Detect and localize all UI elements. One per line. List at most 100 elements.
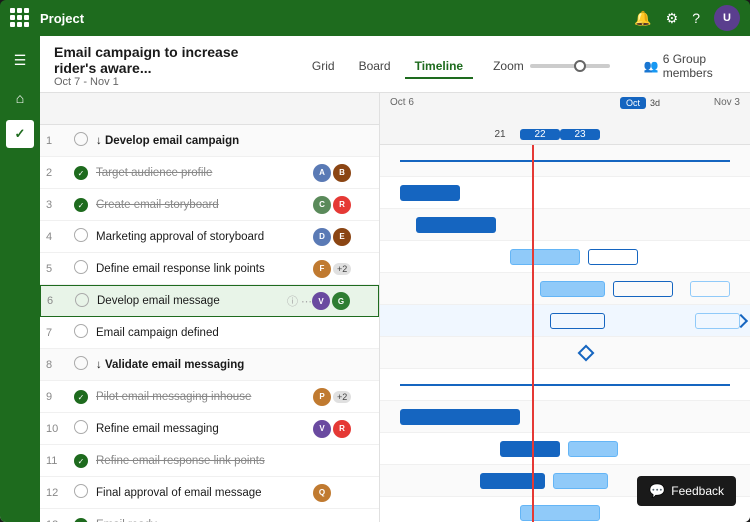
row-number: 2 [46, 167, 74, 179]
gantt-row [380, 369, 750, 401]
avatar: E [333, 228, 351, 246]
task-name: Define email response link points [96, 263, 313, 275]
days-badge: 3d [650, 98, 660, 108]
gantt-chart: Oct 6 Nov 3 Oct 3d 21 22 23 [380, 93, 750, 522]
row-checkbox[interactable] [74, 324, 96, 341]
home-icon[interactable]: ⌂ [4, 82, 36, 114]
table-row[interactable]: 5 Define email response link points F +2 [40, 253, 379, 285]
zoom-label: Zoom [493, 59, 524, 73]
task-name: Develop email message [97, 295, 284, 307]
table-gantt-area: 1 ↓ Develop email campaign 2 ✓ Target au… [40, 93, 750, 522]
main-area: ☰ ⌂ ✓ Email campaign to increase rider's… [0, 36, 750, 522]
tab-board[interactable]: Board [349, 55, 401, 79]
row-checkbox[interactable] [74, 260, 96, 277]
gantt-row [380, 273, 750, 305]
avatar: V [313, 420, 331, 438]
user-avatar[interactable]: U [714, 5, 740, 31]
gantt-bar [400, 409, 520, 425]
row-checkbox[interactable] [74, 132, 96, 149]
task-name: Final approval of email message [96, 487, 313, 499]
table-row[interactable]: 11 ✓ Refine email response link points [40, 445, 379, 477]
tab-timeline[interactable]: Timeline [405, 55, 473, 79]
table-row[interactable]: 7 Email campaign defined [40, 317, 379, 349]
gantt-body [380, 145, 750, 522]
content-area: Email campaign to increase rider's aware… [40, 36, 750, 522]
table-row[interactable]: 6 Develop email message ⓘ ⋯ V G [40, 285, 379, 317]
gantt-bar [510, 249, 580, 265]
month-badge: Oct [620, 97, 646, 109]
project-header: Email campaign to increase rider's aware… [40, 36, 750, 93]
table-header-row [40, 93, 379, 125]
row-number: 8 [46, 359, 74, 371]
row-checkbox[interactable]: ✓ [74, 453, 96, 469]
gantt-bar-outline-light [690, 281, 730, 297]
section-bar-line [400, 384, 730, 386]
gantt-bar-outline [550, 313, 605, 329]
row-avatars: V R [313, 420, 373, 438]
gantt-bar [400, 185, 460, 201]
today-month-indicator: Oct 3d [620, 97, 660, 109]
section-bar-line [400, 160, 730, 162]
row-checkbox[interactable]: ✓ [74, 197, 96, 213]
task-name: ↓ Develop email campaign [96, 135, 313, 147]
milestone-diamond [578, 344, 595, 361]
task-name: ↓ Validate email messaging [96, 359, 313, 371]
table-row[interactable]: 3 ✓ Create email storyboard C R [40, 189, 379, 221]
task-name: Create email storyboard [96, 199, 313, 211]
tab-grid[interactable]: Grid [302, 55, 345, 79]
row-avatars: C R [313, 196, 373, 214]
gantt-row [380, 209, 750, 241]
table-row[interactable]: 8 ↓ Validate email messaging [40, 349, 379, 381]
feedback-icon: 💬 [649, 483, 665, 499]
project-dates: Oct 7 - Nov 1 [54, 76, 282, 88]
row-number: 13 [46, 519, 74, 522]
gantt-row [380, 241, 750, 273]
extra-avatars-badge: +2 [333, 263, 351, 275]
avatar: C [313, 196, 331, 214]
table-row[interactable]: 9 ✓ Pilot email messaging inhouse P +2 [40, 381, 379, 413]
gantt-date-left: Oct 6 [390, 97, 414, 108]
table-row[interactable]: 1 ↓ Develop email campaign [40, 125, 379, 157]
avatar: R [333, 196, 351, 214]
table-row[interactable]: 13 ✓ Email ready [40, 509, 379, 522]
row-checkbox[interactable]: ✓ [74, 389, 96, 405]
hamburger-icon[interactable]: ☰ [4, 44, 36, 76]
group-members[interactable]: 👥 6 Group members [644, 52, 736, 80]
task-table: 1 ↓ Develop email campaign 2 ✓ Target au… [40, 93, 380, 522]
check-nav-icon[interactable]: ✓ [6, 120, 34, 148]
row-checkbox[interactable] [75, 293, 97, 310]
row-checkbox[interactable] [74, 228, 96, 245]
apps-grid-icon[interactable] [10, 8, 30, 28]
task-name: Email campaign defined [96, 327, 313, 339]
help-icon[interactable]: ? [692, 10, 700, 26]
row-checkbox[interactable] [74, 420, 96, 437]
row-checkbox[interactable] [74, 484, 96, 501]
project-title: Email campaign to increase rider's aware… [54, 44, 282, 76]
table-row[interactable]: 12 Final approval of email message Q [40, 477, 379, 509]
bell-icon[interactable]: 🔔 [634, 10, 651, 27]
titlebar: Project 🔔 ⚙ ? U [0, 0, 750, 36]
view-tabs: Grid Board Timeline [302, 55, 473, 79]
gantt-date-cell-near: 23 [560, 129, 600, 140]
row-checkbox[interactable] [74, 356, 96, 373]
gantt-bar [500, 441, 560, 457]
info-icon[interactable]: ⓘ [287, 293, 298, 309]
task-name: Target audience profile [96, 167, 313, 179]
avatar: A [313, 164, 331, 182]
gantt-date-cell-today: 22 [520, 129, 560, 140]
more-options-icon[interactable]: ⋯ [301, 295, 312, 308]
table-row[interactable]: 4 Marketing approval of storyboard D E [40, 221, 379, 253]
row-avatars: V G [312, 292, 372, 310]
header-top: Email campaign to increase rider's aware… [54, 44, 736, 88]
gantt-bar [416, 217, 496, 233]
feedback-label: Feedback [671, 484, 724, 498]
table-row[interactable]: 10 Refine email messaging V R [40, 413, 379, 445]
gantt-bar [480, 473, 545, 489]
gantt-row [380, 305, 750, 337]
table-row[interactable]: 2 ✓ Target audience profile A B [40, 157, 379, 189]
zoom-slider[interactable] [530, 64, 610, 68]
gear-icon[interactable]: ⚙ [666, 10, 679, 27]
feedback-button[interactable]: 💬 Feedback [637, 476, 736, 506]
row-checkbox[interactable]: ✓ [74, 165, 96, 181]
row-checkbox[interactable]: ✓ [74, 517, 96, 522]
